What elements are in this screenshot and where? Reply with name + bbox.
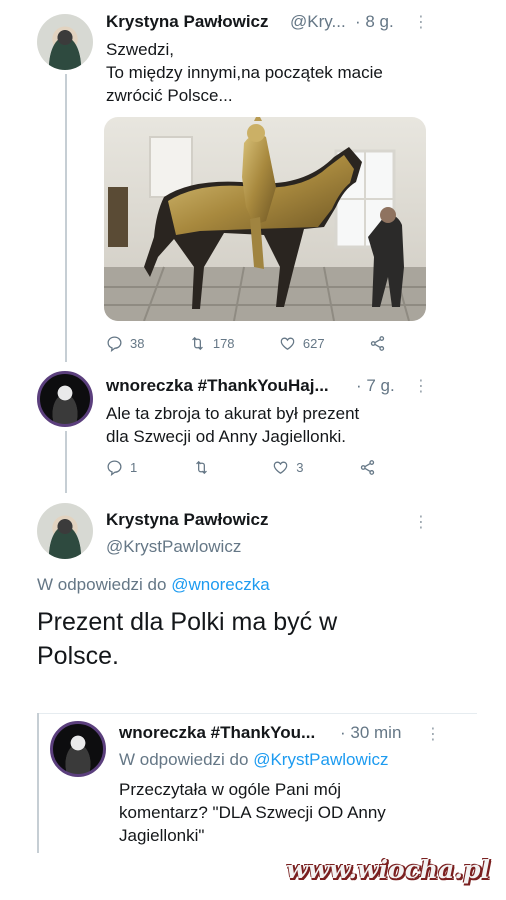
tweet-text: Szwedzi, To między innymi,na początek ma…: [106, 40, 383, 105]
like-button[interactable]: 627: [279, 335, 325, 352]
author-handle[interactable]: @KrystPawlowicz: [106, 537, 241, 557]
reply-icon: [107, 460, 122, 476]
more-options-icon[interactable]: ⋮: [425, 724, 441, 744]
like-count: 3: [296, 460, 304, 475]
avatar[interactable]: [37, 371, 93, 427]
reply-icon: [107, 336, 122, 352]
thread-line: [65, 74, 67, 362]
tweet-text: Przeczytała w ogóle Pani mój komentarz? …: [119, 780, 386, 845]
heart-icon: [280, 337, 295, 350]
reply-count: 38: [130, 336, 145, 351]
retweet-button[interactable]: [193, 459, 217, 476]
reply-prefix: W odpowiedzi do: [119, 750, 249, 769]
more-options-icon[interactable]: ⋮: [413, 12, 429, 32]
retweet-icon: [191, 336, 203, 351]
avatar[interactable]: [37, 503, 93, 559]
retweet-count: 178: [212, 336, 235, 351]
reply-context: W odpowiedzi do @wnoreczka: [37, 575, 270, 595]
reply-prefix: W odpowiedzi do: [37, 575, 167, 594]
retweet-button[interactable]: 178: [189, 335, 235, 352]
tweet-image[interactable]: [104, 117, 426, 321]
author-name[interactable]: wnoreczka #ThankYouHaj...: [106, 376, 329, 396]
more-options-icon[interactable]: ⋮: [413, 376, 429, 396]
more-options-icon[interactable]: ⋮: [413, 512, 429, 532]
like-count: 627: [302, 336, 325, 351]
tweet-actions: 1 3: [106, 459, 376, 476]
thread-line: [37, 713, 39, 853]
reply-to-link[interactable]: @wnoreczka: [171, 575, 270, 594]
author-name[interactable]: Krystyna Pawłowicz: [106, 12, 269, 32]
timestamp[interactable]: · 8 g.: [355, 12, 394, 32]
reply-to-link[interactable]: @KrystPawlowicz: [253, 750, 388, 769]
tweet-text: Ale ta zbroja to akurat był prezent dla …: [106, 404, 360, 446]
like-button[interactable]: 3: [272, 459, 303, 476]
heart-icon: [273, 461, 288, 474]
timestamp[interactable]: · 7 g.: [356, 376, 395, 396]
avatar[interactable]: [50, 721, 106, 777]
share-button[interactable]: [369, 335, 386, 352]
author-handle[interactable]: @Kry...: [290, 12, 346, 32]
divider: [37, 713, 477, 714]
share-button[interactable]: [359, 459, 376, 476]
tweet-text: Prezent dla Polki ma być w Polsce.: [37, 608, 338, 670]
reply-count: 1: [130, 460, 138, 475]
watermark: www.wiocha.pl: [286, 855, 490, 884]
share-icon: [370, 336, 385, 351]
armor-horse-photo: [104, 117, 426, 321]
retweet-icon: [195, 460, 207, 475]
reply-button[interactable]: 38: [106, 335, 144, 352]
avatar[interactable]: [37, 14, 93, 70]
reply-context: W odpowiedzi do @KrystPawlowicz: [119, 750, 389, 770]
share-icon: [360, 460, 375, 475]
timestamp[interactable]: · 30 min: [340, 723, 401, 743]
author-name[interactable]: wnoreczka #ThankYou...: [119, 723, 315, 743]
thread-line: [65, 431, 67, 493]
reply-button[interactable]: 1: [106, 459, 137, 476]
tweet-actions: 38 178 627: [106, 335, 386, 352]
author-name[interactable]: Krystyna Pawłowicz: [106, 510, 269, 530]
